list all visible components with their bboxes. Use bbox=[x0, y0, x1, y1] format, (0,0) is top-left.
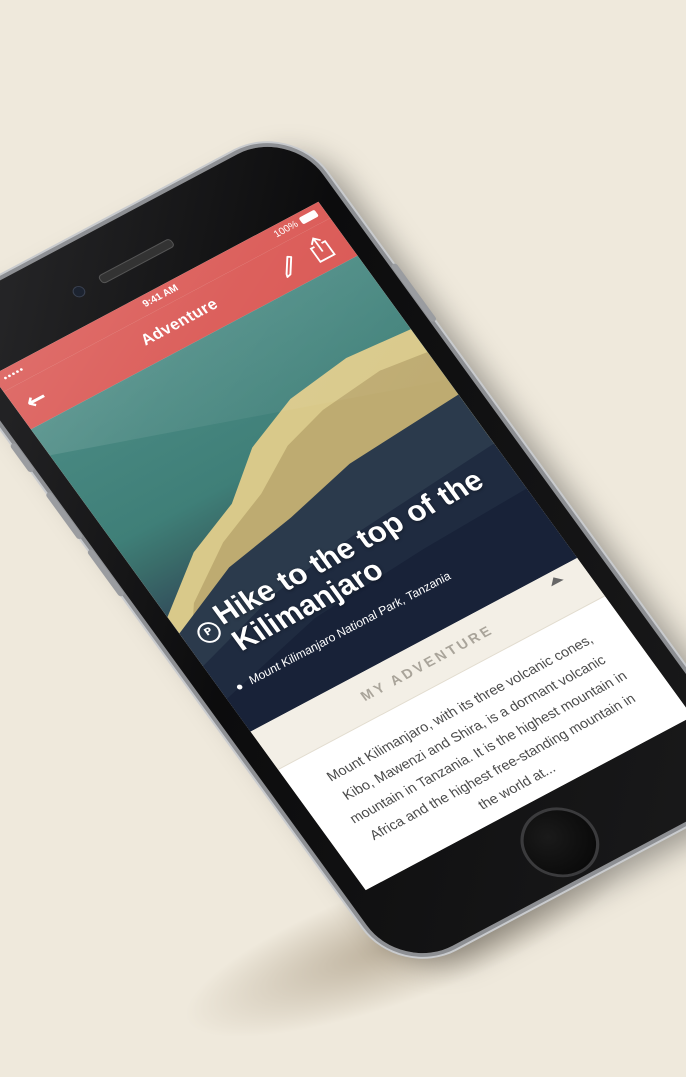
volume-up-button bbox=[45, 491, 84, 541]
mute-switch bbox=[9, 442, 35, 474]
volume-down-button bbox=[86, 548, 126, 598]
earpiece-speaker bbox=[97, 237, 176, 285]
phone-device: ••••• 9:41 AM 100% ← Adventure P Hike to… bbox=[0, 126, 686, 974]
front-camera bbox=[70, 283, 88, 300]
app-screen: ••••• 9:41 AM 100% ← Adventure P Hike to… bbox=[0, 201, 686, 891]
